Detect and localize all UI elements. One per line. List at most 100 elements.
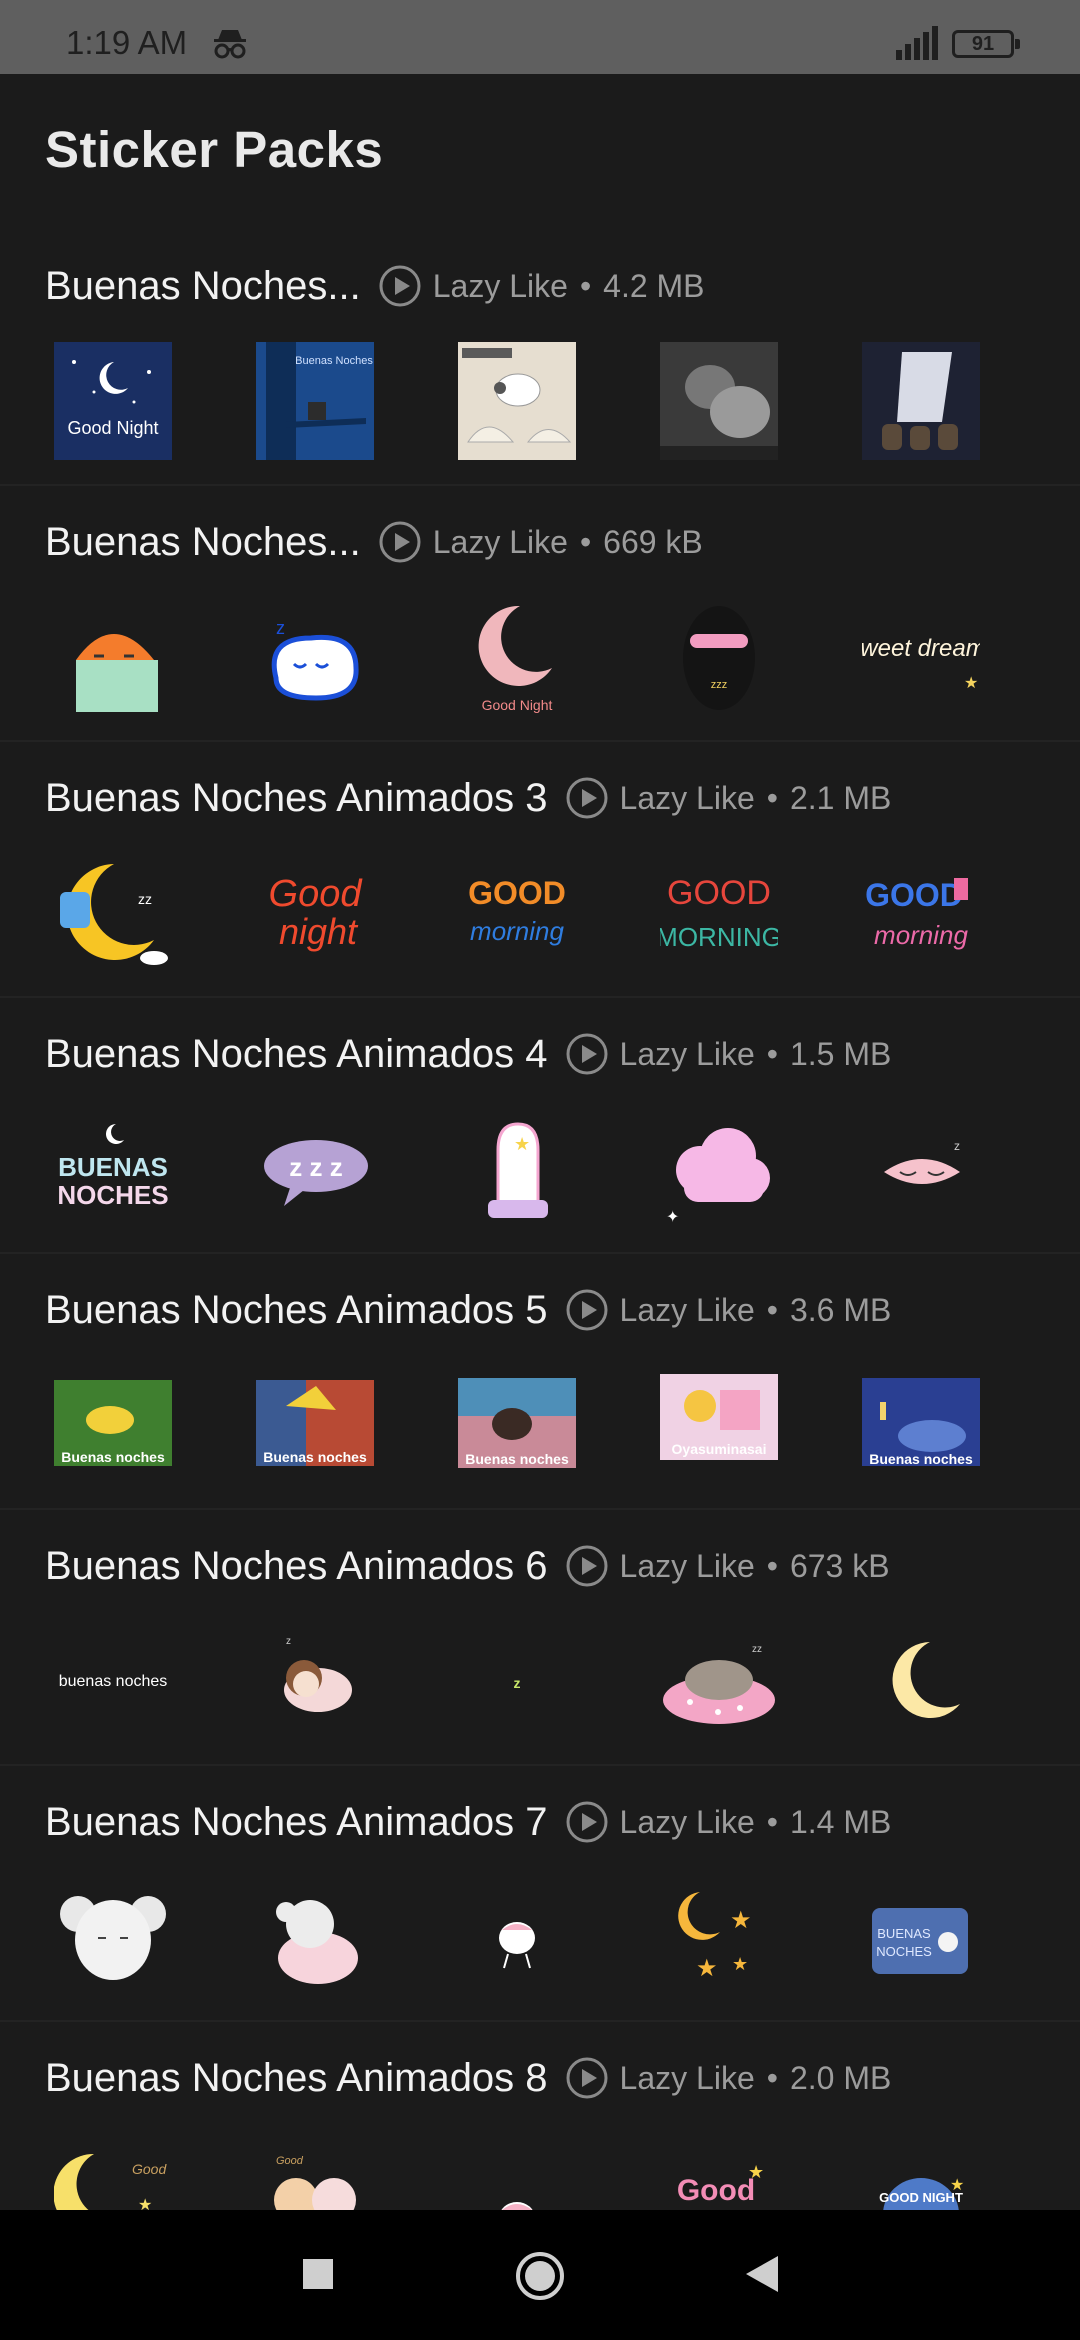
sticker-thumb: [892, 1642, 960, 1718]
circle-icon[interactable]: [514, 2250, 566, 2302]
sticker-thumb: z: [884, 1139, 960, 1184]
sticker-thumb: BUENAS NOCHES: [57, 1124, 169, 1210]
status-time: 1:19 AM: [66, 24, 188, 61]
pack-name: Buenas Noches Animados 8: [45, 2055, 548, 2100]
sticker-preview-strip: Buenas noches Buenas noches Buenas noche…: [54, 1366, 1054, 1484]
pack-publisher: Lazy Like: [432, 523, 568, 560]
sticker-pack-row[interactable]: Buenas Noches Animados 7 Lazy Like • 1.4…: [0, 1766, 1080, 2022]
separator-dot: •: [766, 1291, 778, 1328]
sticker-thumb: Good night: [269, 873, 364, 952]
sticker-text: z z z: [289, 1152, 342, 1182]
play-circle-icon[interactable]: [566, 1033, 608, 1075]
pack-publisher: Lazy Like: [619, 1291, 755, 1328]
sticker-preview-strip: buenas noches z z zz: [54, 1622, 1054, 1740]
sticker-text: GOOD: [865, 877, 963, 913]
sticker-pack-row[interactable]: Buenas Noches Animados 5 Lazy Like • 3.6…: [0, 1254, 1080, 1510]
sticker-pack-row[interactable]: Buenas Noches Animados 4 Lazy Like • 1.5…: [0, 998, 1080, 1254]
pack-size: 2.0 MB: [789, 2059, 892, 2096]
triangle-back-icon[interactable]: [742, 2250, 782, 2298]
pack-size: 4.2 MB: [603, 267, 705, 304]
sticker-text: MORNING: [660, 922, 778, 952]
sticker-thumb: Buenas noches: [54, 1380, 172, 1466]
sticker-thumb: Good Night: [478, 605, 553, 713]
sticker-text: Good: [677, 2174, 755, 2207]
sticker-pack-row[interactable]: Buenas Noches... Lazy Like • 4.2 MB Good…: [0, 230, 1080, 486]
pack-name: Buenas Noches...: [45, 263, 361, 308]
pack-size: 2.1 MB: [789, 779, 892, 816]
play-circle-icon[interactable]: [566, 1545, 608, 1587]
play-circle-icon[interactable]: [566, 1801, 608, 1843]
svg-text:z: z: [276, 618, 285, 638]
status-bar: 1:19 AM 91: [0, 0, 1080, 74]
sticker-text: Good: [132, 2161, 167, 2177]
pack-size: 673 kB: [789, 1547, 890, 1584]
sticker-thumb: zz: [60, 864, 168, 965]
sticker-thumb: Buenas noches: [458, 1378, 576, 1468]
sticker-thumb: Sweet dreams ★: [862, 635, 980, 692]
sticker-text: morning: [874, 920, 968, 950]
sticker-text: Oyasuminasai: [672, 1441, 767, 1457]
sticker-text: BUENAS: [877, 1926, 931, 1941]
svg-text:z: z: [286, 1636, 291, 1647]
sticker-text: morning: [470, 916, 564, 946]
sticker-text: BUENAS: [58, 1152, 168, 1182]
pack-size: 669 kB: [603, 523, 703, 560]
sticker-pack-row[interactable]: Buenas Noches... Lazy Like • 669 kB z Go…: [0, 486, 1080, 742]
pack-size: 1.4 MB: [789, 1803, 892, 1840]
sticker-thumb: Buenas noches: [256, 1380, 374, 1466]
sticker-preview-strip: zz Good night GOOD morning GOOD MORNING …: [54, 854, 1054, 972]
square-icon[interactable]: [300, 2250, 336, 2298]
sticker-text: Good: [276, 2155, 304, 2167]
sticker-thumb: GOOD morning: [865, 877, 968, 950]
play-circle-icon[interactable]: [379, 265, 421, 307]
sticker-preview-strip: Good Night Buenas Noches: [54, 342, 1054, 460]
play-circle-icon[interactable]: [566, 1289, 608, 1331]
sticker-pack-row[interactable]: Buenas Noches Animados 6 Lazy Like • 673…: [0, 1510, 1080, 1766]
sticker-text: NOCHES: [876, 1944, 932, 1959]
sticker-text: GOOD: [468, 875, 566, 911]
sticker-thumb: Oyasuminasai: [660, 1374, 778, 1460]
sticker-thumb: z: [271, 618, 359, 701]
pack-name: Buenas Noches Animados 4: [45, 1031, 548, 1076]
separator-dot: •: [766, 779, 778, 816]
sticker-thumb: ★ ★ ★: [678, 1892, 752, 1982]
sticker-thumb: zzz: [683, 606, 755, 710]
sticker-preview-strip: z Good Night zzz Sweet dreams ★: [54, 598, 1054, 716]
sticker-thumb: GOOD MORNING: [660, 874, 778, 952]
sticker-thumb: [458, 342, 576, 460]
sticker-text: NOCHES: [57, 1180, 168, 1210]
sticker-thumb: GOOD morning: [468, 875, 566, 946]
svg-text:★: ★: [732, 1954, 748, 1974]
sticker-text: Good Night: [67, 418, 158, 438]
separator-dot: •: [766, 1803, 778, 1840]
svg-text:★: ★: [964, 675, 978, 692]
separator-dot: •: [766, 1547, 778, 1584]
sticker-preview-strip: BUENAS NOCHES z z z ★ ✦ z: [54, 1110, 1054, 1228]
sticker-text: Good: [269, 873, 364, 915]
sticker-thumb: [76, 634, 158, 712]
svg-text:★: ★: [696, 1955, 718, 1982]
sticker-thumb: [862, 342, 980, 460]
sticker-thumb: Buenas Noches: [256, 342, 374, 460]
play-circle-icon[interactable]: [379, 521, 421, 563]
sticker-thumb: z: [514, 1675, 521, 1691]
svg-text:z: z: [954, 1139, 960, 1153]
pack-name: Buenas Noches Animados 6: [45, 1543, 548, 1588]
sticker-pack-row[interactable]: Buenas Noches Animados 3 Lazy Like • 2.1…: [0, 742, 1080, 998]
sticker-thumb: ✦: [666, 1128, 770, 1226]
battery-indicator: 91: [952, 30, 1020, 58]
sticker-thumb: Buenas noches: [862, 1378, 980, 1467]
separator-dot: •: [579, 267, 592, 304]
sticker-thumb: [60, 1896, 166, 1980]
play-circle-icon[interactable]: [566, 2057, 608, 2099]
sticker-thumb: BUENAS NOCHES: [872, 1908, 968, 1974]
signal-icon: [896, 26, 938, 65]
separator-dot: •: [766, 1035, 778, 1072]
sticker-pack-list[interactable]: Buenas Noches... Lazy Like • 4.2 MB Good…: [0, 230, 1080, 2278]
sticker-thumb: Good Night: [54, 342, 172, 460]
sticker-text: night: [279, 911, 359, 952]
sticker-text: Buenas Noches: [295, 355, 373, 367]
sticker-text: Good Night: [482, 697, 553, 713]
play-circle-icon[interactable]: [566, 777, 608, 819]
sticker-thumb: ★: [488, 1122, 548, 1218]
